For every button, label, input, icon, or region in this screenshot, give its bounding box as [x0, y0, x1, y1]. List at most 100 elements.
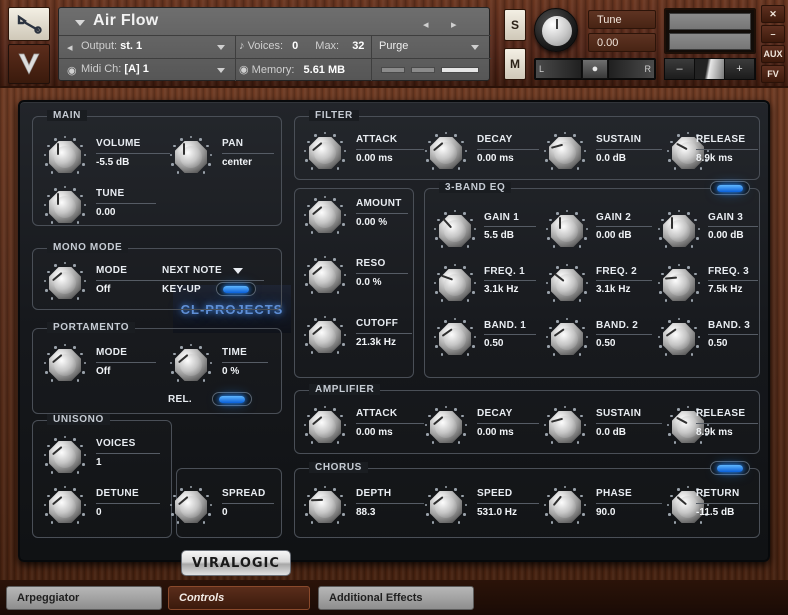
mini-bar-1: [381, 67, 405, 73]
amp-sustain-value: 0.0 dB: [596, 427, 627, 438]
purge-button[interactable]: Purge: [379, 40, 408, 52]
chorus-phase-knob[interactable]: [542, 484, 588, 530]
key-up-toggle[interactable]: [216, 282, 256, 296]
filter-amount-value: 0.00 %: [356, 217, 388, 228]
filter-attack-value: 0.00 ms: [356, 153, 393, 164]
fv-button[interactable]: FV: [761, 65, 785, 83]
eq-gain2-knob[interactable]: [544, 208, 590, 254]
pan-value: center: [222, 157, 253, 168]
mute-button[interactable]: M: [504, 48, 526, 80]
solo-button[interactable]: S: [504, 9, 526, 41]
eq-freq2-knob[interactable]: [544, 262, 590, 308]
eq-gain3-knob[interactable]: [656, 208, 702, 254]
filter-attack-knob[interactable]: [302, 130, 348, 176]
amp-decay-knob[interactable]: [423, 404, 469, 450]
amp-sustain-label: SUSTAIN: [596, 408, 642, 419]
instrument-info-panel: Air Flow ◂ Output: st. 1 ♪ Voices: 0 Max…: [58, 7, 491, 81]
filter-sustain-knob[interactable]: [542, 130, 588, 176]
chevron-down-icon[interactable]: [75, 20, 85, 26]
mono-mode-knob[interactable]: [42, 260, 88, 306]
wrench-icon[interactable]: [8, 7, 50, 41]
chorus-enable-toggle[interactable]: [710, 461, 750, 475]
mini-bar-3: [441, 67, 479, 73]
chorus-depth-knob[interactable]: [302, 484, 348, 530]
chorus-return-value: -11.5 dB: [696, 507, 735, 518]
tab-bar: Arpeggiator Controls Additional Effects: [0, 580, 788, 615]
midi-dropdown-icon[interactable]: [217, 68, 225, 73]
mono-mode-label: MODE: [96, 265, 128, 276]
rel-label: REL.: [168, 394, 192, 405]
kontakt-v-logo[interactable]: [8, 44, 50, 84]
unisono-group-title: UNISONO: [47, 414, 110, 425]
header-tune-value[interactable]: 0.00: [588, 33, 656, 52]
prev-preset-icon[interactable]: ◂: [423, 18, 429, 31]
eq-freq3-knob[interactable]: [656, 262, 702, 308]
prev-output-icon[interactable]: ◂: [67, 41, 73, 54]
unisono-detune-knob[interactable]: [42, 484, 88, 530]
tab-additional-effects[interactable]: Additional Effects: [318, 586, 474, 610]
eq-enable-toggle[interactable]: [710, 181, 750, 195]
close-icon[interactable]: ✕: [761, 5, 785, 23]
volume-plus[interactable]: +: [725, 59, 755, 79]
header-tune-knob[interactable]: [534, 8, 578, 52]
unisono-spread-knob[interactable]: [168, 484, 214, 530]
purge-dropdown-icon[interactable]: [471, 45, 479, 50]
header-pan-slider[interactable]: L ● R: [534, 58, 656, 80]
eq-freq1-knob[interactable]: [432, 262, 478, 308]
filter-amount-knob[interactable]: [302, 194, 348, 240]
memory-value: 5.61 MB: [303, 64, 346, 76]
tab-controls-label: Controls: [179, 592, 225, 604]
filter-cutoff-knob[interactable]: [302, 314, 348, 360]
tab-controls[interactable]: Controls: [168, 586, 310, 610]
midi-row: ◉ Midi Ch: [A] 1 ◉ Memory: 5.61 MB: [59, 58, 491, 81]
meter-right: [669, 33, 751, 50]
voices-value: 0: [292, 40, 299, 52]
eq-band1-knob[interactable]: [432, 316, 478, 362]
volume-value: -5.5 dB: [96, 157, 130, 168]
filter-reso-knob[interactable]: [302, 254, 348, 300]
pan-knob[interactable]: [168, 134, 214, 180]
filter-reso-label: RESO: [356, 258, 386, 269]
header-volume-slider[interactable]: – +: [664, 58, 756, 80]
next-preset-icon[interactable]: ▸: [451, 18, 457, 31]
chorus-speed-knob[interactable]: [423, 484, 469, 530]
tab-additional-effects-label: Additional Effects: [329, 592, 423, 604]
eq-band2-label: BAND. 2: [596, 320, 639, 331]
filter-decay-knob[interactable]: [423, 130, 469, 176]
next-note-label[interactable]: NEXT NOTE: [162, 265, 222, 276]
unisono-voices-label: VOICES: [96, 438, 136, 449]
eq-freq3-value: 7.5k Hz: [708, 284, 743, 295]
output-dropdown-icon[interactable]: [217, 45, 225, 50]
mono-mode-group-title: MONO MODE: [47, 242, 129, 253]
eq-band2-knob[interactable]: [544, 316, 590, 362]
tab-arpeggiator[interactable]: Arpeggiator: [6, 586, 162, 610]
max-value: 32: [352, 40, 365, 52]
mute-label: M: [510, 57, 520, 71]
volume-knob[interactable]: [42, 134, 88, 180]
chorus-depth-label: DEPTH: [356, 488, 392, 499]
portamento-time-knob[interactable]: [168, 342, 214, 388]
portamento-mode-knob[interactable]: [42, 342, 88, 388]
amp-decay-value: 0.00 ms: [477, 427, 514, 438]
eq-band3-knob[interactable]: [656, 316, 702, 362]
portamento-time-label: TIME: [222, 347, 248, 358]
amp-attack-knob[interactable]: [302, 404, 348, 450]
volume-handle[interactable]: [695, 59, 725, 79]
minimize-icon[interactable]: –: [761, 25, 785, 43]
chorus-speed-value: 531.0 Hz: [477, 507, 518, 518]
amp-release-label: RELEASE: [696, 408, 746, 419]
aux-button[interactable]: AUX: [761, 45, 785, 63]
next-note-dropdown-icon[interactable]: [233, 268, 243, 274]
amp-sustain-knob[interactable]: [542, 404, 588, 450]
volume-label: VOLUME: [96, 138, 141, 149]
eq-group-title: 3-BAND EQ: [439, 182, 512, 193]
eq-gain1-knob[interactable]: [432, 208, 478, 254]
rel-toggle[interactable]: [212, 392, 252, 406]
tune-knob[interactable]: [42, 184, 88, 230]
unisono-spread-label: SPREAD: [222, 488, 266, 499]
volume-minus[interactable]: –: [665, 59, 695, 79]
pan-handle[interactable]: ●: [582, 59, 608, 79]
output-value: st. 1: [120, 40, 143, 52]
midi-icon[interactable]: ◉: [67, 64, 77, 77]
unisono-voices-knob[interactable]: [42, 434, 88, 480]
